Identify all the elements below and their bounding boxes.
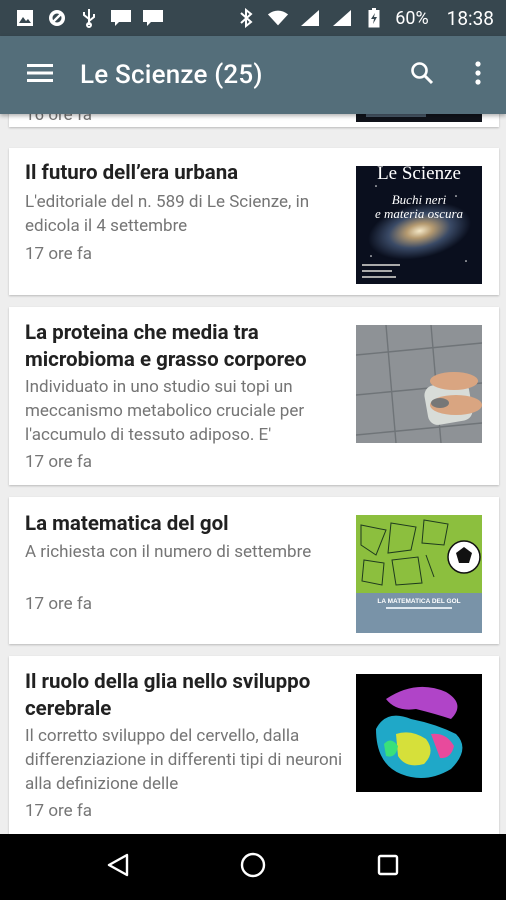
article-feed[interactable]: 16 ore fa Il futuro dell’era urbana L'ed… xyxy=(0,114,506,834)
article-thumbnail xyxy=(356,114,482,122)
hamburger-menu-icon xyxy=(27,63,53,87)
app-title: Le Scienze (25) xyxy=(80,60,263,90)
article-time: 17 ore fa xyxy=(25,801,93,821)
signal-icon-2 xyxy=(331,8,353,28)
article-thumbnail xyxy=(356,674,482,792)
article-card[interactable]: La matematica del gol A richiesta con il… xyxy=(9,497,499,644)
search-icon xyxy=(410,61,434,89)
thumbnail-headline: LA MATEMATICA DEL GOL xyxy=(377,598,460,605)
article-title: La proteina che media tra microbioma e g… xyxy=(25,321,307,372)
article-thumbnail: LA MATEMATICA DEL GOL xyxy=(356,515,482,633)
thumbnail-headline: e materia oscura xyxy=(375,206,464,221)
article-card[interactable]: 16 ore fa xyxy=(9,114,499,127)
recents-square-icon xyxy=(377,854,399,880)
status-bar: 60% 18:38 xyxy=(0,0,506,36)
signal-icon xyxy=(299,8,321,28)
article-card[interactable]: Il futuro dell’era urbana L'editoriale d… xyxy=(9,148,499,295)
article-time: 16 ore fa xyxy=(25,114,93,125)
more-vert-icon xyxy=(475,61,481,89)
home-circle-icon xyxy=(240,852,266,882)
article-title: La matematica del gol xyxy=(25,512,229,536)
clock: 18:38 xyxy=(446,6,494,30)
article-summary: Il corretto sviluppo del cervello, dalla… xyxy=(25,726,343,794)
recents-button[interactable] xyxy=(358,837,418,897)
thumbnail-masthead: Le Scienze xyxy=(377,166,461,184)
image-notification-icon xyxy=(14,8,36,28)
home-button[interactable] xyxy=(223,837,283,897)
message-notification-icon-2 xyxy=(142,8,164,28)
article-time: 17 ore fa xyxy=(25,244,93,264)
article-summary: L'editoriale del n. 589 di Le Scienze, i… xyxy=(25,192,310,236)
usb-icon xyxy=(78,8,100,28)
status-notifications xyxy=(14,8,164,28)
message-notification-icon xyxy=(110,8,132,28)
navigation-drawer-button[interactable] xyxy=(0,36,80,114)
article-summary: Individuato in uno studio sui topi un me… xyxy=(25,377,305,445)
article-time: 17 ore fa xyxy=(25,594,93,614)
back-triangle-icon xyxy=(107,853,129,881)
article-title: Il ruolo della glia nello sviluppo cereb… xyxy=(25,670,311,721)
battery-icon xyxy=(363,8,385,28)
article-card[interactable]: La proteina che media tra microbioma e g… xyxy=(9,307,499,485)
overflow-menu-button[interactable] xyxy=(450,36,506,114)
article-card[interactable]: Il ruolo della glia nello sviluppo cereb… xyxy=(9,656,499,834)
article-title: Il futuro dell’era urbana xyxy=(25,161,239,185)
thumbnail-headline: Buchi neri xyxy=(392,192,447,207)
search-button[interactable] xyxy=(394,36,450,114)
wifi-icon xyxy=(267,8,289,28)
blocked-notification-icon xyxy=(46,8,68,28)
app-bar: Le Scienze (25) xyxy=(0,36,506,114)
bluetooth-icon xyxy=(235,8,257,28)
status-system: 60% 18:38 xyxy=(235,7,494,30)
navigation-bar xyxy=(0,834,506,900)
article-thumbnail: Le Scienze Buchi neri e materia oscura xyxy=(356,166,482,284)
article-summary: A richiesta con il numero di settembre xyxy=(25,542,312,562)
back-button[interactable] xyxy=(88,837,148,897)
article-time: 17 ore fa xyxy=(25,452,93,472)
battery-percent: 60% xyxy=(395,7,429,29)
article-thumbnail xyxy=(356,325,482,443)
